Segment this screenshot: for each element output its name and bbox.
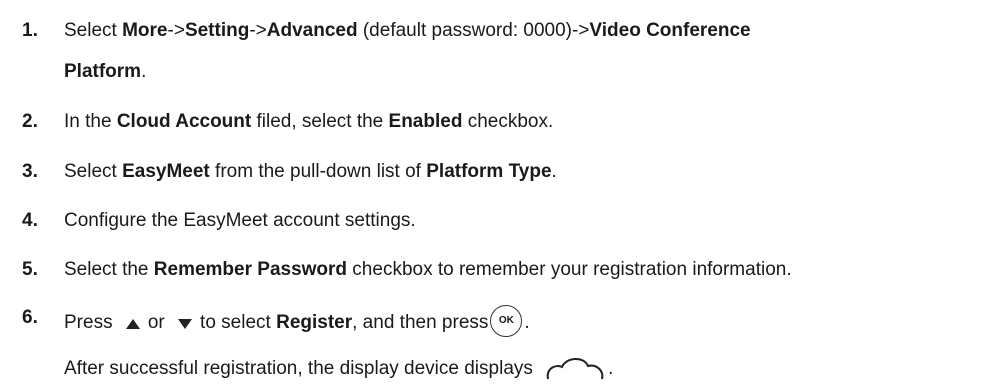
step-number: 6. [22,307,38,328]
step-number: 1. [22,20,38,41]
step-number: 3. [22,161,38,182]
menu-platform: Platform [64,61,142,82]
menu-more: More [122,20,168,41]
step-4-line: Configure the EasyMeet account settings. [64,210,416,231]
step-1-line-2: Platform. [64,61,147,82]
step-number: 2. [22,111,38,132]
step-number: 5. [22,259,38,280]
step-6-line-2: After successful registration, the displ… [64,356,613,382]
step-5-line: Select the Remember Password checkbox to… [64,259,792,280]
step-6-line-1: Press or to select Register, and then pr… [64,305,530,339]
menu-advanced: Advanced [266,20,358,41]
step-1-line-1: Select More->Setting->Advanced (default … [64,20,751,41]
up-arrow-icon [125,319,140,329]
down-arrow-icon [178,319,193,329]
ok-key-icon: OK [490,305,523,337]
step-3-line: Select EasyMeet from the pull-down list … [64,161,557,182]
step-number: 4. [22,210,38,231]
menu-video-conference: Video Conference [589,20,751,41]
menu-setting: Setting [184,20,250,41]
step-2-line: In the Cloud Account filed, select the E… [64,111,554,132]
cloud-icon [546,358,604,380]
instruction-steps: 1. Select More->Setting->Advanced (defau… [0,0,983,387]
